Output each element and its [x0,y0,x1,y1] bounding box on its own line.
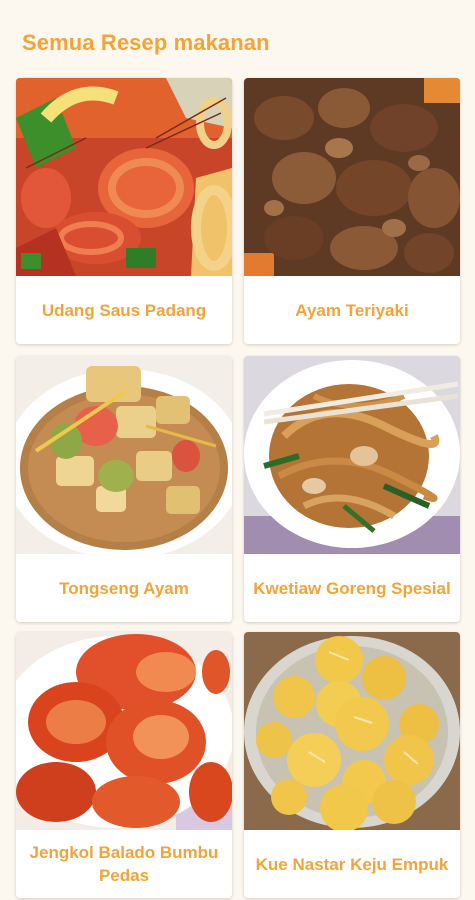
shrimp-padang-sauce-photo [16,78,232,276]
recipe-card-udang-saus-padang[interactable]: Udang Saus Padang [16,78,232,344]
recipe-card-jengkol-balado-bumbu-pedas[interactable]: Jengkol Balado Bumbu Pedas [16,632,232,898]
spicy-balado-photo [16,632,232,830]
recipe-title: Ayam Teriyaki [295,300,409,320]
recipe-card-kwetiaw-goreng-spesial[interactable]: Kwetiaw Goreng Spesial [244,356,460,622]
recipe-title: Jengkol Balado Bumbu Pedas [29,843,219,885]
chicken-tongseng-curry-photo [16,356,232,554]
fried-flat-noodles-photo [244,356,460,554]
recipe-grid: Udang Saus Padang Ayam Teriyaki Tongseng… [0,0,475,900]
cheese-pastry-balls-photo [244,632,460,830]
recipe-card-ayam-teriyaki[interactable]: Ayam Teriyaki [244,78,460,344]
recipe-title: Kwetiaw Goreng Spesial [253,578,451,598]
recipe-card-tongseng-ayam[interactable]: Tongseng Ayam [16,356,232,622]
recipe-title: Kue Nastar Keju Empuk [255,854,449,874]
recipe-title: Tongseng Ayam [59,578,189,598]
chicken-teriyaki-photo [244,78,460,276]
recipe-card-kue-nastar-keju-empuk[interactable]: Kue Nastar Keju Empuk [244,632,460,898]
recipe-title: Udang Saus Padang [41,300,207,320]
